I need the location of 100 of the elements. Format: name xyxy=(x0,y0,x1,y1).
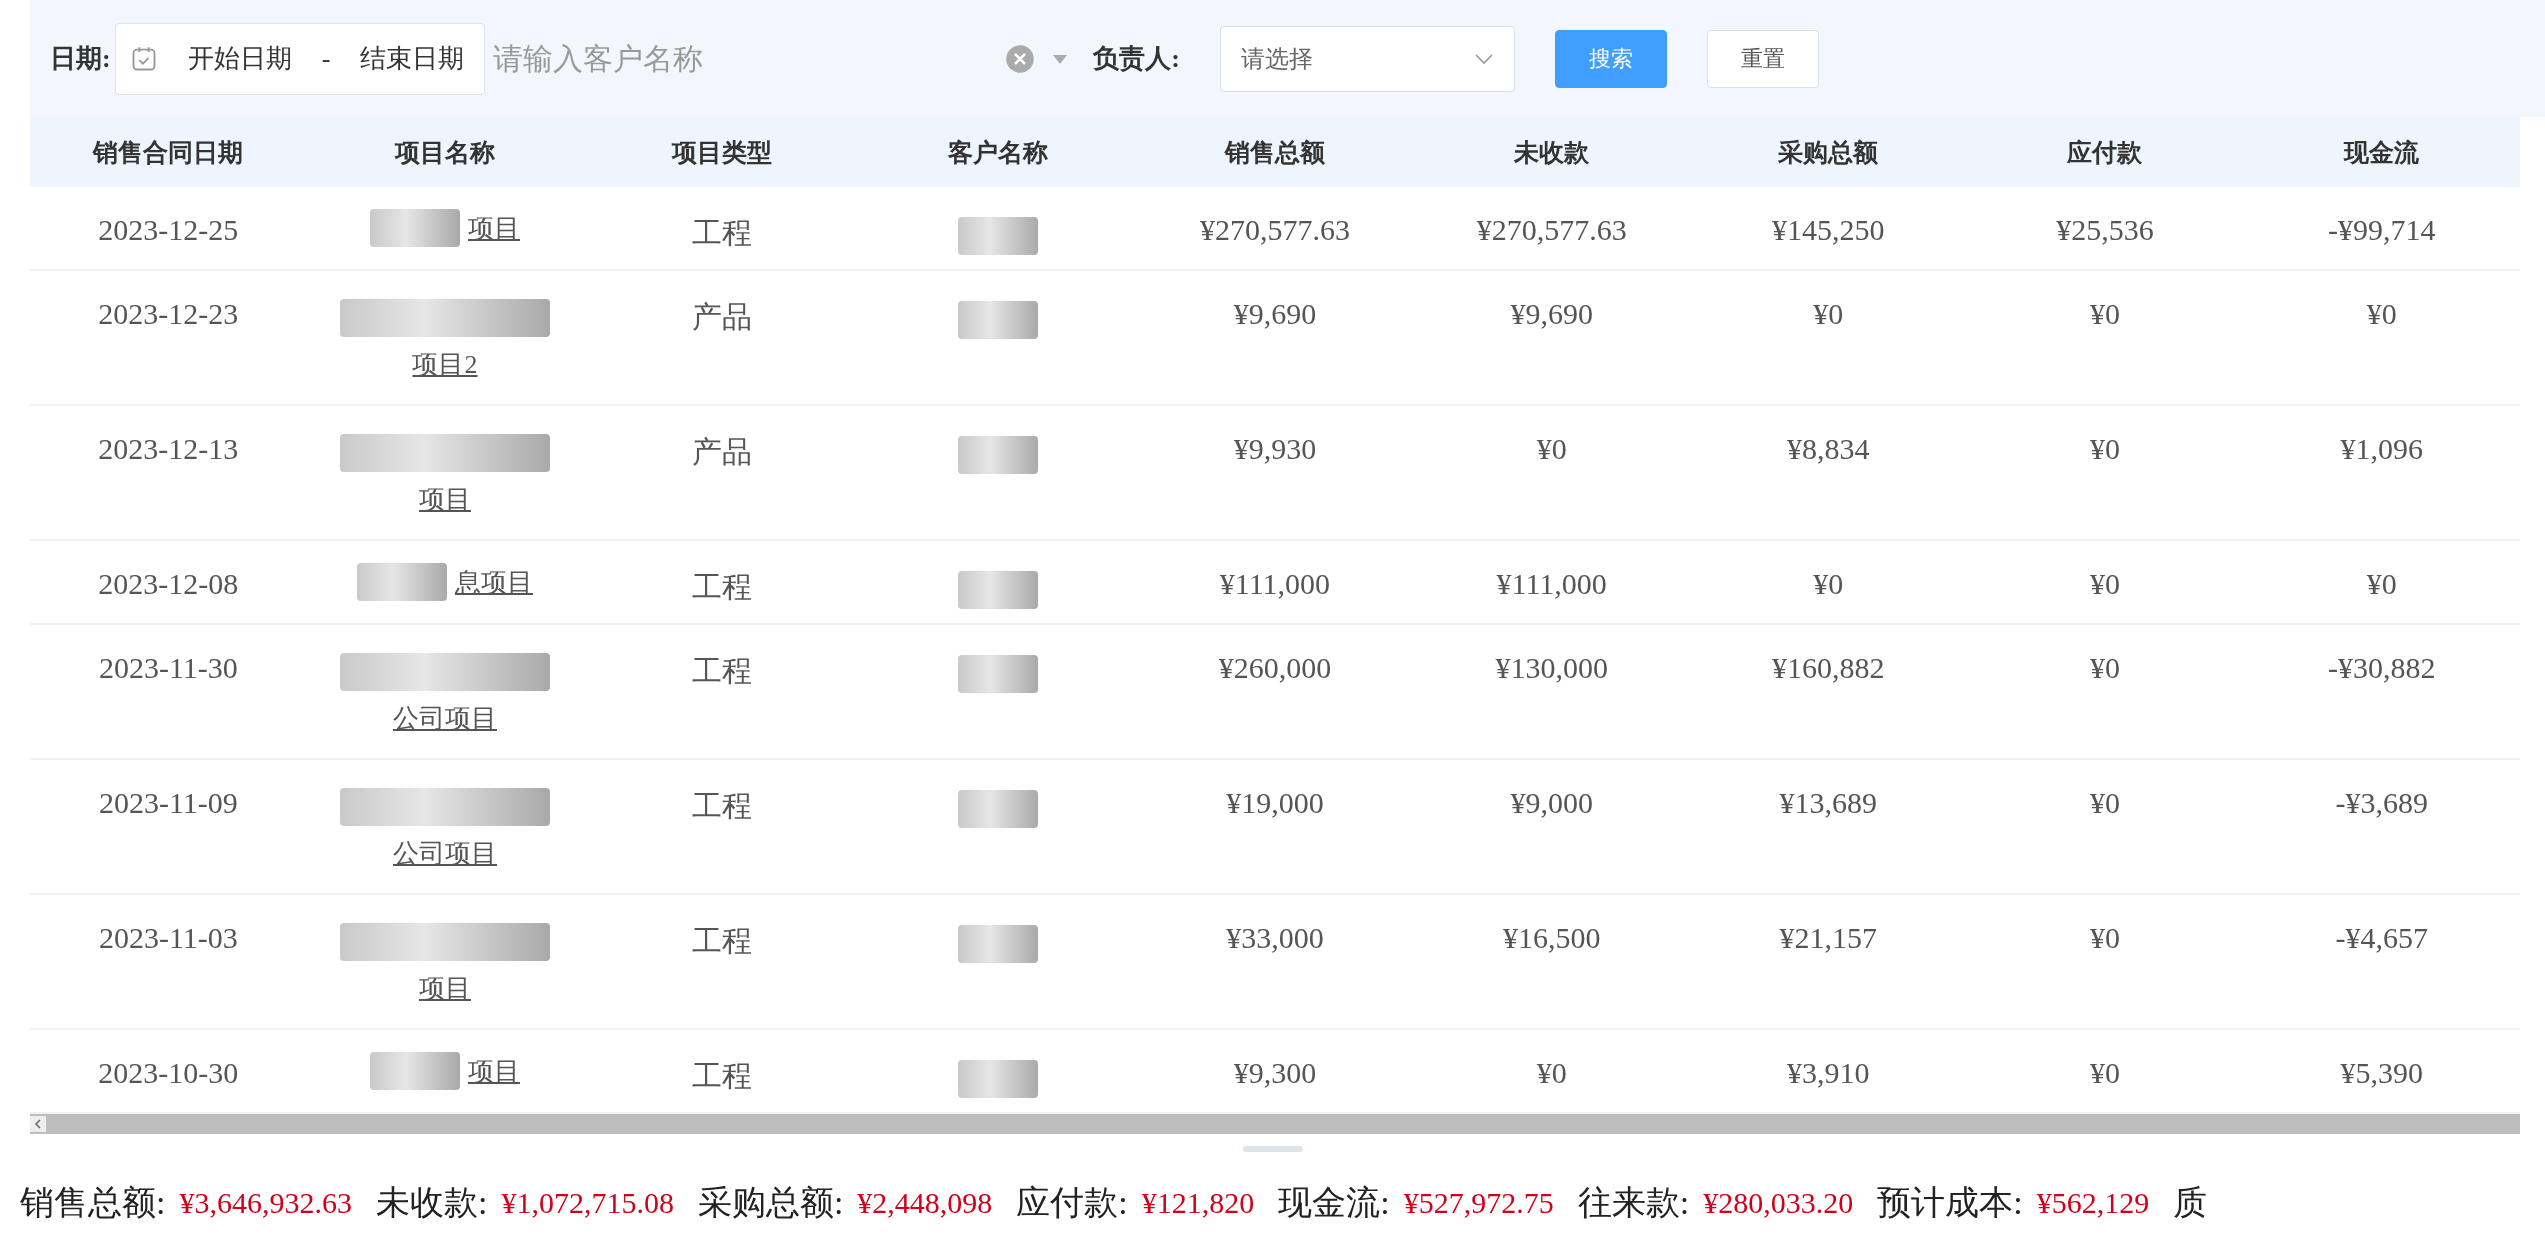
column-header: 未收款 xyxy=(1513,137,1591,168)
summary-value: ¥121,820 xyxy=(1141,1186,1255,1220)
drag-handle[interactable] xyxy=(1242,1146,1303,1152)
owner-label: 负责人: xyxy=(1093,43,1180,75)
amount-cell: ¥160,882 xyxy=(1772,651,1885,685)
project-link[interactable]: 项目 xyxy=(468,210,520,246)
amount-cell: ¥19,000 xyxy=(1226,786,1324,820)
type-cell-text: 工程 xyxy=(691,653,752,689)
amount-cell: ¥16,500 xyxy=(1502,921,1601,955)
date-cell: 2023-11-03 xyxy=(98,921,238,955)
amount-cell: ¥9,690 xyxy=(1233,297,1317,331)
amount-cell: ¥9,300 xyxy=(1233,1056,1317,1090)
reset-button[interactable]: 重置 xyxy=(1707,29,1819,88)
amount-cell: -¥3,689 xyxy=(2335,786,2428,820)
date-cell: 2023-11-30 xyxy=(98,651,238,685)
date-label: 日期: xyxy=(50,43,111,75)
amount-cell: ¥25,536 xyxy=(2056,213,2154,247)
summary-label: 现金流: xyxy=(1278,1183,1390,1223)
summary-label: 预计成本: xyxy=(1877,1183,2023,1223)
amount-cell: ¥21,157 xyxy=(1779,921,1878,955)
amount-cell: ¥0 xyxy=(2090,1056,2120,1090)
amount-cell: ¥270,577.63 xyxy=(1200,213,1350,247)
date-range-field[interactable]: 开始日期 - 结束日期 xyxy=(114,22,486,95)
type-cell-text: 产品 xyxy=(691,299,752,335)
amount-cell: ¥0 xyxy=(2366,567,2397,601)
date-cell: 2023-12-08 xyxy=(98,567,239,601)
amount-cell: ¥8,834 xyxy=(1787,432,1870,466)
column-header: 项目类型 xyxy=(670,137,773,168)
amount-cell: ¥145,250 xyxy=(1772,213,1885,247)
amount-cell: ¥130,000 xyxy=(1495,651,1608,685)
type-cell-text: 工程 xyxy=(691,1058,752,1094)
amount-cell: ¥0 xyxy=(1813,567,1844,601)
amount-cell: ¥0 xyxy=(2090,432,2120,466)
column-header: 销售合同日期 xyxy=(91,137,245,168)
summary-label: 往来款: xyxy=(1577,1183,1690,1223)
amount-cell: ¥0 xyxy=(1813,297,1844,331)
project-link[interactable]: 息项目 xyxy=(455,564,533,600)
summary-label: 未收款: xyxy=(375,1183,488,1223)
amount-cell: ¥111,000 xyxy=(1219,567,1331,601)
type-cell-text: 工程 xyxy=(691,215,752,251)
amount-cell: ¥111,000 xyxy=(1496,567,1607,601)
amount-cell: ¥0 xyxy=(2090,786,2120,820)
chevron-icon xyxy=(1474,52,1494,65)
project-link[interactable]: 项目 xyxy=(419,971,471,1006)
column-header: 客户名称 xyxy=(947,137,1050,168)
amount-cell: ¥260,000 xyxy=(1218,651,1332,685)
date-cell: 2023-10-30 xyxy=(98,1056,239,1090)
amount-cell: ¥0 xyxy=(2090,567,2120,601)
amount-cell: ¥0 xyxy=(2090,921,2120,955)
date-cell: 2023-12-25 xyxy=(98,213,239,247)
project-link[interactable]: 公司项目 xyxy=(393,701,497,736)
amount-cell: ¥0 xyxy=(2366,297,2397,331)
amount-cell: -¥99,714 xyxy=(2327,213,2436,247)
column-header: 应付款 xyxy=(2066,137,2144,168)
summary-value: ¥527,972.75 xyxy=(1403,1186,1554,1220)
amount-cell: -¥4,657 xyxy=(2335,921,2428,955)
amount-cell: ¥270,577.63 xyxy=(1476,213,1627,247)
amount-cell: ¥33,000 xyxy=(1226,921,1324,955)
project-link[interactable]: 公司项目 xyxy=(393,836,497,871)
scroll-left-icon[interactable] xyxy=(30,1116,46,1132)
summary-label: 应付款: xyxy=(1016,1183,1128,1223)
summary-value: ¥280,033.20 xyxy=(1703,1186,1854,1220)
date-cell: 2023-11-09 xyxy=(98,786,238,820)
type-cell-text: 工程 xyxy=(691,923,752,959)
column-header: 现金流 xyxy=(2342,137,2421,168)
amount-cell: ¥13,689 xyxy=(1779,786,1878,820)
amount-cell: ¥9,930 xyxy=(1233,432,1317,466)
amount-cell: ¥3,910 xyxy=(1787,1056,1870,1090)
amount-cell: ¥9,690 xyxy=(1510,297,1593,331)
amount-cell: ¥9,000 xyxy=(1510,786,1593,820)
summary-label: 销售总额: xyxy=(20,1183,166,1223)
clear-icon[interactable] xyxy=(1005,43,1036,74)
summary-value: ¥1,072,715.08 xyxy=(501,1186,674,1220)
caret-icon[interactable] xyxy=(1051,52,1070,65)
amount-cell: ¥5,390 xyxy=(2340,1056,2423,1090)
amount-cell: ¥0 xyxy=(2090,651,2120,685)
project-link[interactable]: 项目2 xyxy=(412,347,478,382)
summary-label: 质 xyxy=(2173,1183,2208,1223)
summary-value: ¥2,448,098 xyxy=(857,1186,993,1220)
column-header: 项目名称 xyxy=(393,137,496,168)
amount-cell: ¥1,096 xyxy=(2340,432,2423,466)
date-cell: 2023-12-13 xyxy=(98,432,239,466)
type-cell-text: 工程 xyxy=(691,569,752,605)
amount-cell: -¥30,882 xyxy=(2327,651,2436,685)
project-link[interactable]: 项目 xyxy=(419,482,471,517)
type-cell-text: 产品 xyxy=(691,434,752,470)
date-cell: 2023-12-23 xyxy=(98,297,239,331)
horizontal-scrollbar[interactable] xyxy=(30,1114,2520,1134)
amount-cell: ¥0 xyxy=(1536,1056,1567,1090)
customer-name-field[interactable]: 请输入客户名称 xyxy=(491,40,976,77)
amount-cell: ¥0 xyxy=(2090,297,2120,331)
summary-value: ¥3,646,932.63 xyxy=(179,1186,352,1220)
type-cell-text: 工程 xyxy=(691,788,752,824)
amount-cell: ¥0 xyxy=(1536,432,1567,466)
summary-value: ¥562,129 xyxy=(2036,1186,2150,1220)
owner-select[interactable]: 请选择 xyxy=(1220,25,1515,92)
project-link[interactable]: 项目 xyxy=(468,1053,520,1089)
column-header: 销售总额 xyxy=(1223,137,1326,168)
column-header: 采购总额 xyxy=(1777,137,1880,168)
summary-label: 采购总额: xyxy=(697,1183,844,1223)
